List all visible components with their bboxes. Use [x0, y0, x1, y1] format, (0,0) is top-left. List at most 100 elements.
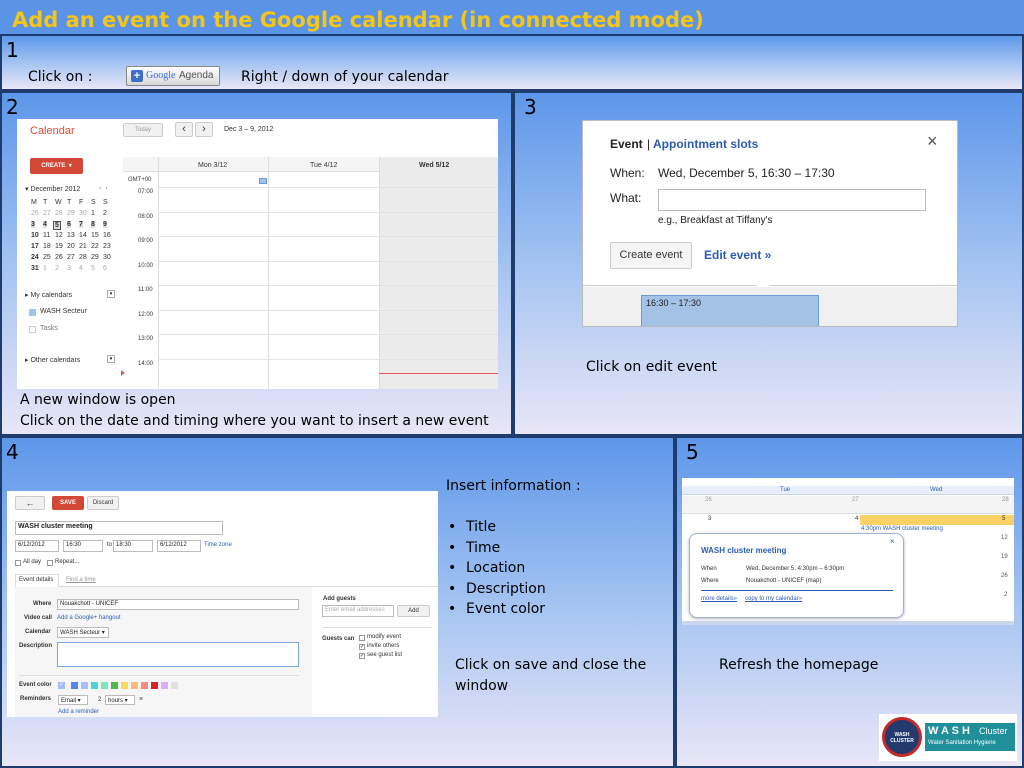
mini-nav-icon[interactable]: ‹ ›: [99, 185, 108, 192]
mini-day[interactable]: 15: [91, 232, 99, 239]
event-title-input[interactable]: WASH cluster meeting: [15, 521, 223, 535]
end-time-input[interactable]: 18:30: [113, 540, 153, 552]
all-day-checkbox[interactable]: [15, 560, 21, 566]
tab-appointment-slots[interactable]: Appointment slots: [653, 137, 758, 151]
guest-email-input[interactable]: Enter email addresses: [322, 605, 394, 617]
mini-day[interactable]: 21: [79, 243, 87, 250]
my-calendars-heading[interactable]: ▸ My calendars: [25, 291, 72, 299]
mini-day[interactable]: 28: [55, 210, 63, 217]
color-swatch[interactable]: [161, 682, 168, 689]
mini-day[interactable]: 30: [79, 210, 87, 217]
add-guest-button[interactable]: Add: [397, 605, 430, 617]
mini-day[interactable]: 20: [67, 243, 75, 250]
color-swatch[interactable]: [171, 682, 178, 689]
popup-close-icon[interactable]: ×: [890, 537, 895, 546]
day-header-mon[interactable]: Mon 3/12: [198, 162, 227, 169]
mini-day[interactable]: 19: [55, 243, 63, 250]
close-icon[interactable]: ×: [927, 131, 938, 152]
color-swatch[interactable]: [111, 682, 118, 689]
tab-event[interactable]: Event: [610, 137, 643, 151]
dropdown-icon[interactable]: ▾: [107, 290, 115, 298]
time-slot-highlight[interactable]: 16:30 – 17:30: [641, 295, 819, 326]
mini-day[interactable]: 27: [67, 254, 75, 261]
discard-button[interactable]: Discard: [87, 496, 119, 510]
perm-modify-checkbox[interactable]: [359, 635, 365, 641]
other-calendars-heading[interactable]: ▸ Other calendars: [25, 356, 80, 364]
mini-day[interactable]: 6: [67, 221, 71, 228]
day-header-wed[interactable]: Wed 5/12: [419, 162, 449, 169]
mini-day[interactable]: 9: [103, 221, 107, 228]
agenda-button[interactable]: + Google Agenda: [126, 66, 220, 86]
mini-day[interactable]: 10: [31, 232, 39, 239]
repeat-checkbox[interactable]: [47, 560, 53, 566]
reminder-remove-icon[interactable]: ×: [139, 696, 143, 703]
mini-day[interactable]: 4: [79, 265, 83, 272]
tab-find-time[interactable]: Find a time: [66, 577, 96, 583]
start-date-input[interactable]: 6/12/2012: [15, 540, 59, 552]
mini-day[interactable]: 8: [91, 221, 95, 228]
mini-day[interactable]: 18: [43, 243, 51, 250]
mini-day[interactable]: 29: [91, 254, 99, 261]
next-button[interactable]: ›: [195, 122, 213, 137]
calendar-item-tasks[interactable]: Tasks: [40, 325, 58, 332]
calendar-item-wash[interactable]: WASH Secteur: [40, 308, 87, 315]
save-button[interactable]: SAVE: [52, 496, 84, 510]
day-header-tue[interactable]: Tue 4/12: [310, 162, 337, 169]
create-event-button[interactable]: Create event: [610, 242, 692, 269]
mini-day[interactable]: 29: [67, 210, 75, 217]
mini-day[interactable]: 5: [91, 265, 95, 272]
color-swatch[interactable]: [91, 682, 98, 689]
mini-day[interactable]: 22: [91, 243, 99, 250]
more-details-link[interactable]: more details»: [701, 596, 737, 602]
mini-day[interactable]: 2: [55, 265, 59, 272]
mini-day[interactable]: 13: [67, 232, 75, 239]
time-zone-link[interactable]: Time zone: [204, 542, 232, 548]
mini-day[interactable]: 26: [55, 254, 63, 261]
color-swatch[interactable]: [121, 682, 128, 689]
color-palette[interactable]: ✓: [58, 682, 188, 690]
prev-button[interactable]: ‹: [175, 122, 193, 137]
color-swatch[interactable]: [101, 682, 108, 689]
copy-to-calendar-link[interactable]: copy to my calendar»: [745, 596, 802, 602]
mini-day[interactable]: 28: [79, 254, 87, 261]
mini-day[interactable]: 3: [67, 265, 71, 272]
mini-day[interactable]: 16: [103, 232, 111, 239]
time-grid[interactable]: 07:00 08:00 09:00 10:00 11:00 12:00 13:00 14:00: [123, 187, 498, 389]
mini-day[interactable]: 30: [103, 254, 111, 261]
add-reminder-link[interactable]: Add a reminder: [58, 709, 99, 715]
mini-day[interactable]: 7: [79, 221, 83, 228]
end-date-input[interactable]: 6/12/2012: [157, 540, 201, 552]
mini-day[interactable]: 12: [55, 232, 63, 239]
start-time-input[interactable]: 16:30: [63, 540, 103, 552]
reminder-type-select[interactable]: Email ▾: [58, 695, 88, 705]
back-button[interactable]: ←: [15, 496, 45, 510]
hangout-link[interactable]: Add a Google+ hangout: [57, 615, 121, 621]
event-chip[interactable]: 4:30pm WASH cluster meeting: [861, 526, 943, 532]
today-button[interactable]: Today: [123, 123, 163, 137]
mini-day[interactable]: 23: [103, 243, 111, 250]
mini-day[interactable]: 6: [103, 265, 107, 272]
mini-day[interactable]: 26: [31, 210, 39, 217]
mini-day[interactable]: 25: [43, 254, 51, 261]
mini-day[interactable]: 4: [43, 221, 47, 228]
color-swatch[interactable]: [81, 682, 88, 689]
mini-day[interactable]: 1: [91, 210, 95, 217]
mini-day[interactable]: 3: [31, 221, 35, 228]
mini-day[interactable]: 1: [43, 265, 47, 272]
perm-invite-checkbox[interactable]: ✓: [359, 644, 365, 650]
color-swatch[interactable]: [131, 682, 138, 689]
mini-day[interactable]: 2: [103, 210, 107, 217]
tasks-checkbox[interactable]: [29, 326, 36, 333]
color-swatch[interactable]: [151, 682, 158, 689]
selected-color-check[interactable]: ✓: [58, 682, 65, 689]
mini-day[interactable]: 11: [43, 232, 50, 239]
mini-day[interactable]: 5: [53, 221, 61, 230]
color-swatch[interactable]: [71, 682, 78, 689]
mini-day[interactable]: 17: [31, 243, 39, 250]
allday-event-icon[interactable]: [259, 178, 267, 184]
color-swatch[interactable]: [141, 682, 148, 689]
where-input[interactable]: Nouakchott - UNICEF: [57, 599, 299, 610]
create-button[interactable]: CREATE ▾: [30, 158, 83, 174]
reminder-unit-select[interactable]: hours ▾: [105, 695, 135, 705]
perm-see-checkbox[interactable]: ✓: [359, 653, 365, 659]
